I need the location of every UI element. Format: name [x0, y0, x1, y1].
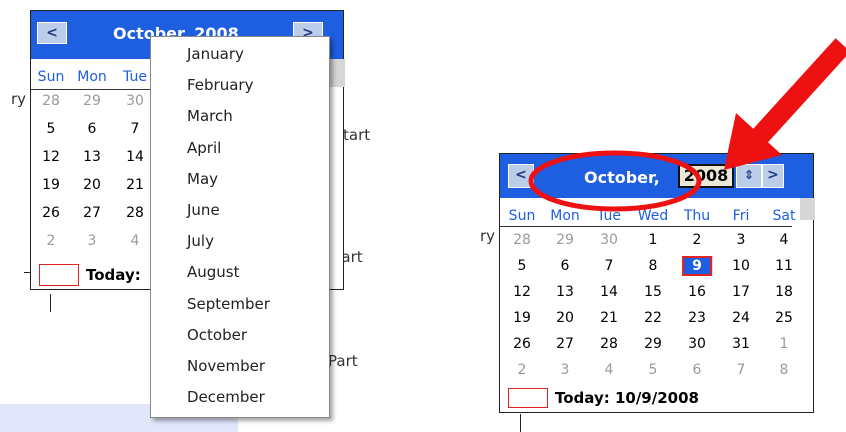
annotation-ellipse [528, 150, 702, 212]
annotation-overlay [528, 38, 846, 212]
annotation-arrow-shaft [744, 38, 846, 152]
